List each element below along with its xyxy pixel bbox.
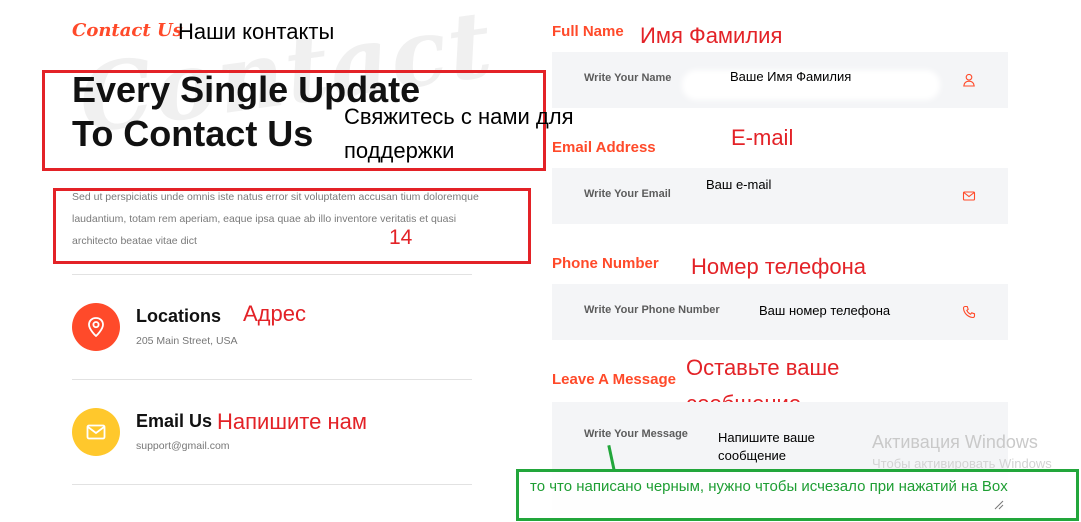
email-title: Email Us xyxy=(136,411,213,431)
phone-icon xyxy=(962,305,976,319)
email-value: Ваш e-mail xyxy=(706,177,772,192)
windows-activation-title: Активация Windows xyxy=(872,432,1038,452)
email-field[interactable]: Write Your Email xyxy=(552,168,1008,224)
annotation-instruction-box: то что написано черным, нужно чтобы исче… xyxy=(516,469,1079,521)
envelope-icon xyxy=(86,424,106,440)
user-icon xyxy=(963,73,975,87)
annotation-address: Адрес xyxy=(243,301,306,326)
location-badge xyxy=(72,303,120,351)
message-label: Leave A Message xyxy=(552,371,676,388)
divider xyxy=(72,274,472,275)
annotation-full-name: Имя Фамилия xyxy=(640,23,783,48)
map-pin-icon xyxy=(88,317,104,337)
resize-grip-icon[interactable] xyxy=(994,500,1004,510)
annotation-font-size: 14 xyxy=(389,226,413,249)
annotation-write-us: Напишите нам xyxy=(217,409,367,434)
envelope-icon xyxy=(962,191,976,201)
annotation-instruction-text: то что написано черным, нужно чтобы исче… xyxy=(530,478,1008,495)
location-title: Locations xyxy=(136,306,222,326)
section-subtitle: Contact Us xyxy=(72,20,183,41)
annotation-support: Свяжитесь с нами для поддержки xyxy=(344,104,574,163)
phone-label: Phone Number xyxy=(552,255,659,272)
annotation-box-description xyxy=(53,188,531,264)
phone-placeholder: Write Your Phone Number xyxy=(584,304,720,316)
message-value: Напишите ваше сообщение xyxy=(718,429,815,465)
full-name-placeholder: Write Your Name xyxy=(584,72,672,84)
message-value-line1: Напишите ваше xyxy=(718,430,815,445)
phone-value: Ваш номер телефона xyxy=(759,303,891,318)
email-placeholder: Write Your Email xyxy=(584,188,671,200)
email-badge xyxy=(72,408,120,456)
email-address: support@gmail.com xyxy=(136,440,230,452)
divider xyxy=(72,379,472,380)
divider xyxy=(72,484,472,485)
location-address: 205 Main Street, USA xyxy=(136,335,238,347)
annotation-phone: Номер телефона xyxy=(691,254,866,279)
message-placeholder: Write Your Message xyxy=(584,428,688,440)
annotation-contacts: Наши контакты xyxy=(178,19,335,44)
full-name-label: Full Name xyxy=(552,23,624,40)
annotation-message-line1: Оставьте ваше xyxy=(686,355,840,380)
full-name-value: Ваше Имя Фамилия xyxy=(730,69,852,84)
annotation-email: E-mail xyxy=(731,125,794,150)
message-value-line2: сообщение xyxy=(718,448,787,463)
email-label: Email Address xyxy=(552,139,656,156)
